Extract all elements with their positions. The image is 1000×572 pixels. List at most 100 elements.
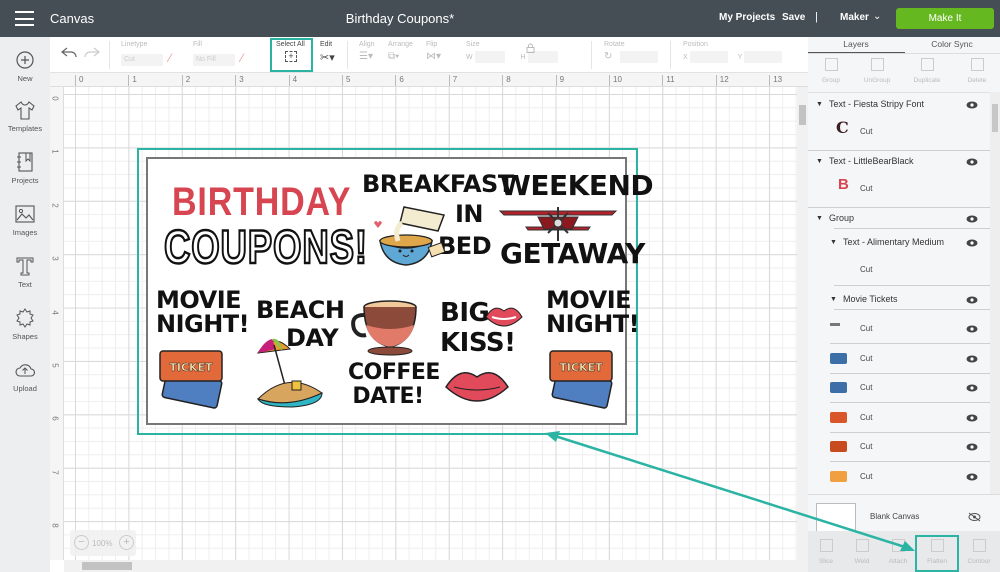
layer-row[interactable]: Cut	[808, 345, 990, 373]
position-group: Position X Y	[683, 41, 783, 63]
getaway-text[interactable]: GETAWAY	[500, 240, 645, 268]
edit-button[interactable]: Edit ✂▾	[320, 41, 335, 64]
layer-row[interactable]: Cut	[808, 315, 990, 343]
eye-icon[interactable]	[966, 355, 978, 363]
layer-row[interactable]: Cut	[808, 463, 990, 491]
arrange-button[interactable]: Arrange ⧉▾	[388, 41, 413, 62]
linetype-select[interactable]: Cut	[121, 54, 163, 67]
tab-layers[interactable]: Layers	[808, 39, 904, 49]
group-button[interactable]: Group	[808, 58, 854, 84]
rotate-icon: ↻	[604, 51, 613, 62]
nav-projects[interactable]: Projects	[0, 151, 50, 185]
slice-button[interactable]: Slice	[808, 539, 844, 565]
machine-selector[interactable]: Maker	[840, 12, 869, 23]
nav-text[interactable]: Text	[0, 255, 50, 289]
lock-icon[interactable]	[526, 43, 535, 53]
blank-canvas-swatch[interactable]	[816, 503, 856, 533]
weld-button[interactable]: Weld	[844, 539, 880, 565]
eye-icon[interactable]	[966, 101, 978, 109]
collapse-triangle-icon[interactable]: ▼	[830, 296, 837, 303]
eye-icon[interactable]	[966, 384, 978, 392]
x-input[interactable]	[689, 51, 728, 63]
ungroup-button[interactable]: UnGroup	[854, 58, 900, 84]
duplicate-icon	[920, 58, 934, 71]
tab-color-sync[interactable]: Color Sync	[904, 39, 1000, 49]
eye-icon[interactable]	[966, 325, 978, 333]
linetype-color-swatch[interactable]: ⁄	[169, 51, 171, 65]
beach-text[interactable]: BEACH	[256, 298, 345, 322]
fill-label: Fill	[193, 41, 202, 48]
eye-icon[interactable]	[966, 158, 978, 166]
nav-templates[interactable]: Templates	[0, 99, 50, 133]
collapse-triangle-icon[interactable]: ▼	[816, 158, 823, 165]
eye-icon[interactable]	[966, 296, 978, 304]
kiss-text[interactable]: KISS!	[440, 330, 516, 356]
movie-text-left[interactable]: MOVIE	[156, 288, 242, 312]
layer-row[interactable]: Cut	[808, 404, 990, 432]
align-button[interactable]: Align ☰▾	[359, 41, 375, 62]
redo-icon[interactable]	[84, 47, 100, 59]
flip-button[interactable]: Flip ⋈▾	[426, 41, 441, 62]
undo-icon[interactable]	[61, 47, 77, 59]
y-input[interactable]	[744, 51, 783, 63]
eye-icon[interactable]	[966, 215, 978, 223]
layers-scroll-thumb[interactable]	[992, 104, 998, 132]
horizontal-scrollbar[interactable]	[64, 560, 797, 572]
ticket-label: TICKET	[169, 361, 213, 374]
layer-thumbnail: B	[838, 176, 849, 193]
birthday-text[interactable]: BIRTHDAY	[172, 182, 351, 222]
make-it-button[interactable]: Make It	[896, 8, 994, 29]
coupon-design[interactable]: BIRTHDAY COUPONS! BREAKFAST IN BED WEEKE…	[146, 157, 654, 425]
layers-scrollbar[interactable]	[990, 92, 1000, 494]
save-link[interactable]: Save	[782, 12, 805, 23]
slice-label: Slice	[818, 558, 834, 565]
layers-panel: Layers Color Sync Group UnGroup Duplicat…	[808, 37, 1000, 572]
vertical-scroll-thumb[interactable]	[799, 105, 806, 125]
collapse-triangle-icon[interactable]: ▼	[816, 215, 823, 222]
layer-row[interactable]: Cut	[808, 433, 990, 461]
coupons-text[interactable]: COUPONS!	[163, 222, 368, 271]
date-text[interactable]: DATE!	[348, 386, 428, 408]
ruler-tick-label: 10	[609, 75, 622, 86]
vertical-scrollbar[interactable]	[797, 87, 808, 572]
chevron-down-icon[interactable]: ⌄	[873, 11, 881, 22]
fill-color-swatch[interactable]: ⁄	[241, 51, 243, 65]
nav-shapes[interactable]: Shapes	[0, 307, 50, 341]
collapse-triangle-icon[interactable]: ▼	[830, 239, 837, 246]
duplicate-button[interactable]: Duplicate	[904, 58, 950, 84]
zoom-in-button[interactable]: +	[119, 535, 134, 550]
zoom-out-button[interactable]: −	[74, 535, 89, 550]
nav-images[interactable]: Images	[0, 203, 50, 237]
coffee-text[interactable]: COFFEE	[348, 362, 440, 384]
my-projects-link[interactable]: My Projects	[719, 12, 775, 23]
eye-icon[interactable]	[966, 414, 978, 422]
nav-text-label: Text	[18, 280, 32, 289]
weekend-text[interactable]: WEEKEND	[500, 172, 654, 200]
in-text[interactable]: IN	[454, 202, 484, 226]
eye-hidden-icon[interactable]	[968, 512, 981, 522]
contour-label: Contour	[967, 558, 991, 565]
breakfast-text[interactable]: BREAKFAST	[362, 172, 514, 196]
contour-button[interactable]: Contour	[961, 539, 997, 565]
delete-button[interactable]: Delete	[954, 58, 1000, 84]
horizontal-scroll-thumb[interactable]	[82, 562, 132, 570]
eye-icon[interactable]	[966, 239, 978, 247]
attach-button[interactable]: Attach	[880, 539, 916, 565]
nav-upload[interactable]: Upload	[0, 359, 50, 393]
big-text[interactable]: BIG	[440, 300, 490, 326]
layer-thumbnail	[830, 352, 847, 364]
movie-text-right[interactable]: MOVIE	[546, 288, 632, 312]
eye-icon[interactable]	[966, 473, 978, 481]
position-label: Position	[683, 41, 708, 48]
eye-icon[interactable]	[966, 443, 978, 451]
night-text-right[interactable]: NIGHT!	[546, 312, 640, 336]
nav-new[interactable]: New	[0, 49, 50, 83]
night-text-left[interactable]: NIGHT!	[156, 312, 250, 336]
width-input[interactable]	[474, 51, 505, 63]
fill-select[interactable]: No Fill	[193, 54, 235, 67]
blank-canvas-row[interactable]: Blank Canvas	[808, 494, 1000, 534]
layer-row[interactable]: Cut	[808, 374, 990, 402]
collapse-triangle-icon[interactable]: ▼	[816, 101, 823, 108]
ruler-tick-label: 8	[502, 75, 511, 86]
rotate-input[interactable]	[620, 51, 659, 64]
